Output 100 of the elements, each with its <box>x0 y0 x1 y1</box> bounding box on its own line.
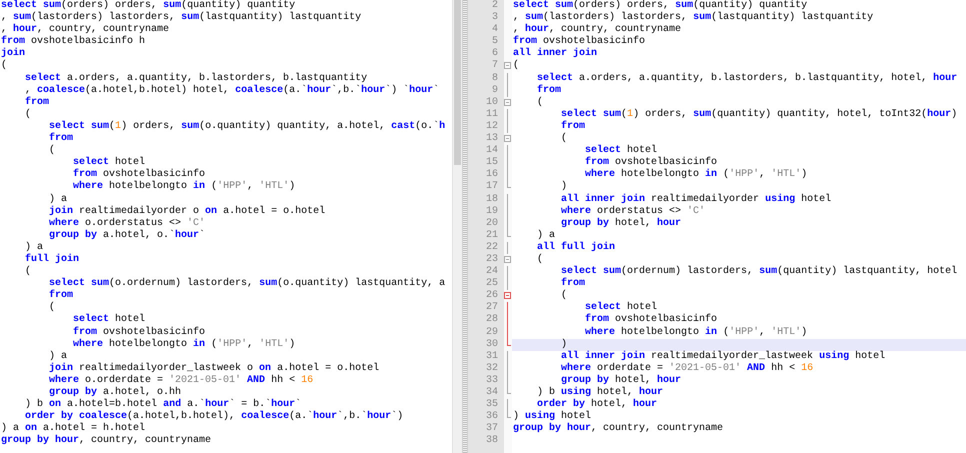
code-line: where o.orderdate = '2021-05-01' AND hh < 16 <box>48 374 314 386</box>
code-line: select sum(o.ordernum) lastorders, sum(o.quantity) lastquantity, a <box>48 278 446 290</box>
collapse-icon[interactable] <box>504 292 511 300</box>
code-line: ( <box>48 302 56 314</box>
line-number: 4 <box>490 24 499 36</box>
code-line: order by hotel, hour <box>536 399 658 410</box>
code-line: ( <box>536 96 544 109</box>
code-line: , coalesce(a.hotel,b.hotel) hotel, coalesce(a.`hour`,b.`hour`) `hour` <box>24 84 440 96</box>
splitter[interactable] <box>462 0 468 453</box>
code-line: ( <box>48 145 56 158</box>
code-line: where hotelbelongto in ('HPP', 'HTL') <box>584 169 808 182</box>
code-line: ( <box>24 108 32 121</box>
code-line: group by a.hotel, o.`hour` <box>48 230 206 242</box>
code-line: group by a.hotel, o.hh <box>48 387 182 398</box>
line-number: 19 <box>484 206 499 218</box>
code-line: from <box>560 278 586 290</box>
line-number: 14 <box>484 145 499 157</box>
line-number: 18 <box>484 194 499 206</box>
code-line: , sum(lastorders) lastorders, sum(lastquantity) lastquantity <box>512 12 874 24</box>
code-line: from ovshotelbasicinfo <box>584 157 718 168</box>
line-number: 31 <box>484 350 499 363</box>
code-line: from <box>48 133 74 144</box>
line-number: 29 <box>484 326 499 339</box>
code-line: from <box>24 96 50 108</box>
code-line: select hotel <box>72 157 146 168</box>
line-number: 30 <box>484 338 499 351</box>
code-line: ) a <box>24 242 44 254</box>
code-line: all inner join <box>512 48 598 60</box>
code-line: full join <box>24 254 80 266</box>
code-line: select sum(1) orders, sum(quantity) quantity, hotel, toInt32(hour) <box>560 108 958 120</box>
code-line: where hotelbelongto in ('HPP', 'HTL') <box>584 326 808 339</box>
code-line: all inner join realtimedailyorder_lastweek using hotel <box>560 350 886 362</box>
code-line: ( <box>24 266 32 278</box>
line-number: 3 <box>490 12 499 24</box>
code-line: ( <box>536 254 544 266</box>
code-line: select sum(orders) orders, sum(quantity) quantity <box>512 0 808 12</box>
line-number: 22 <box>484 242 499 254</box>
code-line: ( <box>560 133 568 146</box>
line-number: 36 <box>484 411 499 423</box>
line-number: 12 <box>484 120 499 133</box>
line-number: 24 <box>484 266 499 278</box>
line-number: 17 <box>484 181 499 194</box>
scrollbar[interactable] <box>452 0 462 453</box>
code-line: ) <box>560 181 568 194</box>
code-line: from <box>536 84 562 96</box>
code-line: from ovshotelbasicinfo <box>72 169 206 180</box>
line-number: 25 <box>484 278 499 290</box>
code-line: ( <box>512 60 520 73</box>
line-number: 35 <box>484 399 499 411</box>
line-number: 28 <box>484 314 499 327</box>
code-line: ( <box>560 290 568 302</box>
line-number: 8 <box>490 72 499 85</box>
line-number: 38 <box>484 435 499 448</box>
line-number: 2 <box>490 0 499 12</box>
code-line: order by coalesce(a.hotel,b.hotel), coalesce(a.`hour`,b.`hour`) <box>24 411 404 422</box>
code-line: from ovshotelbasicinfo <box>584 314 718 326</box>
line-number: 6 <box>490 48 499 60</box>
code-line: group by hour, country, countryname <box>0 435 212 448</box>
code-line: all inner join realtimedailyorder using hotel <box>560 194 832 206</box>
line-number: 20 <box>484 218 499 230</box>
code-line: where orderstatus <> 'C' <box>560 206 706 218</box>
code-line: group by hotel, hour <box>560 218 682 230</box>
code-line: ) b using hotel, hour <box>536 387 664 398</box>
code-line: select a.orders, a.quantity, b.lastorders, b.lastquantity <box>24 72 368 84</box>
code-line: group by hotel, hour <box>560 374 682 386</box>
line-number: 13 <box>484 133 499 145</box>
code-line: where hotelbelongto in ('HPP', 'HTL') <box>72 338 296 351</box>
code-line: select hotel <box>584 302 658 314</box>
code-line: select a.orders, a.quantity, b.lastorders, b.lastquantity, hotel, hour <box>536 72 958 84</box>
collapse-icon[interactable] <box>504 98 511 106</box>
code-line: ) a on a.hotel = h.hotel <box>0 423 146 434</box>
scrollbar-thumb[interactable] <box>454 0 461 165</box>
code-line: ) b on a.hotel=b.hotel and a.`hour` = b.`hour` <box>24 399 302 410</box>
code-line: , sum(lastorders) lastorders, sum(lastquantity) lastquantity <box>0 12 362 24</box>
line-number: 37 <box>484 423 499 435</box>
code-line: join realtimedailyorder o on a.hotel = o.hotel <box>48 206 326 218</box>
line-number: 32 <box>484 362 499 375</box>
code-line: from <box>48 290 74 302</box>
code-line: select sum(orders) orders, sum(quantity) quantity <box>0 0 296 12</box>
code-line: where hotelbelongto in ('HPP', 'HTL') <box>72 181 296 194</box>
code-line: ) using hotel <box>512 411 592 422</box>
collapse-icon[interactable] <box>504 256 511 263</box>
line-number: 15 <box>484 157 499 169</box>
code-line: select sum(1) orders, sum(o.quantity) quantity, a.hotel, cast(o.`h <box>48 120 446 132</box>
code-line: , hour, country, countryname <box>0 24 170 36</box>
collapse-icon[interactable] <box>504 62 511 70</box>
line-number: 10 <box>484 96 499 109</box>
line-number: 34 <box>484 387 499 399</box>
line-number: 26 <box>484 290 499 302</box>
code-line: ) a <box>536 230 556 242</box>
code-line: where orderdate = '2021-05-01' AND hh < 16 <box>560 362 814 374</box>
code-line: from <box>560 120 586 132</box>
code-line: join realtimedailyorder_lastweek o on a.hotel = o.hotel <box>48 362 380 374</box>
line-number: 27 <box>484 302 499 314</box>
code-line: select hotel <box>72 314 146 326</box>
code-line: group by hour, country, countryname <box>512 423 724 436</box>
code-line: select hotel <box>584 145 658 156</box>
line-number: 16 <box>484 169 499 181</box>
collapse-icon[interactable] <box>504 135 511 142</box>
line-number: 23 <box>484 254 499 266</box>
